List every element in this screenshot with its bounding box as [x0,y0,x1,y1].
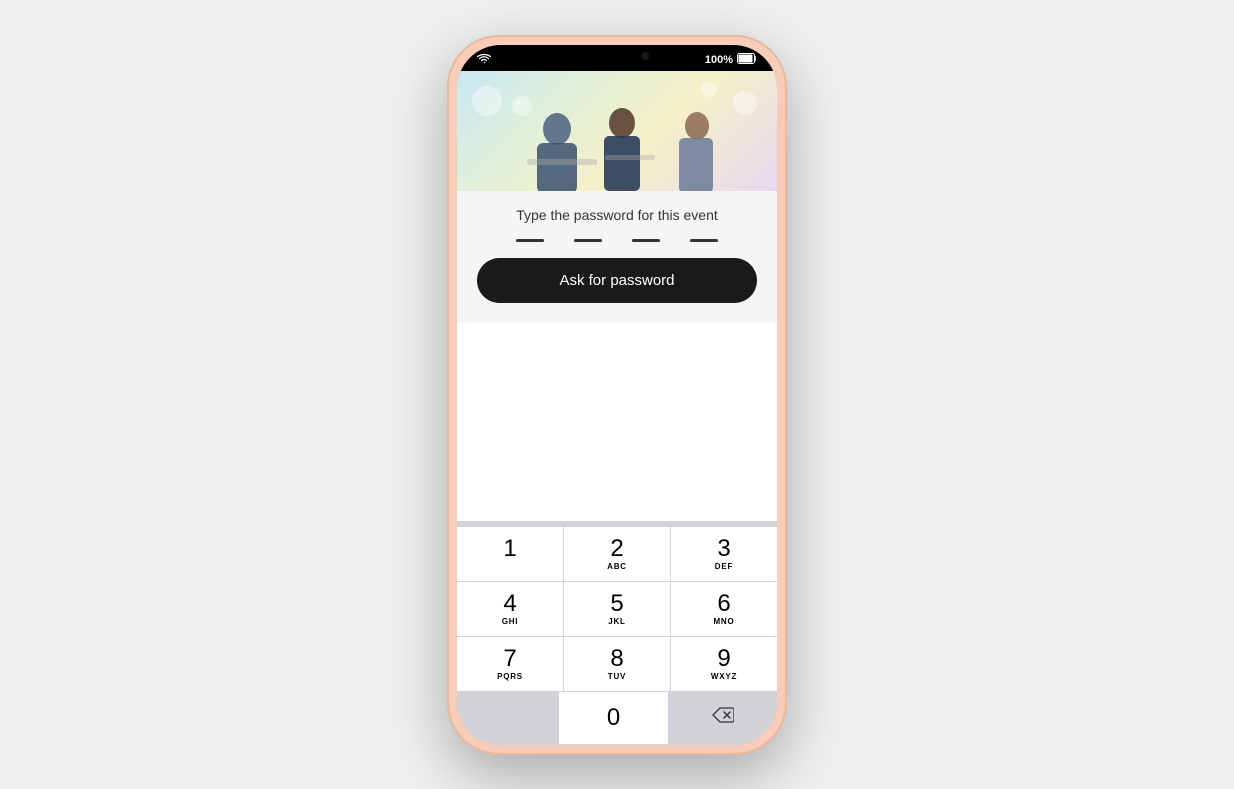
status-left [477,53,491,67]
keyboard-row-3: 7 PQRS 8 TUV 9 WXYZ [457,637,777,692]
keyboard-row-4: 0 [457,692,777,745]
status-right: 100% [705,53,757,67]
key-3[interactable]: 3 DEF [671,527,777,581]
password-area: Type the password for this event Ask for… [457,191,777,323]
key-7[interactable]: 7 PQRS [457,637,563,691]
prompt-text: Type the password for this event [477,207,757,223]
key-6[interactable]: 6 MNO [671,582,777,636]
keyboard-row-2: 4 GHI 5 JKL 6 MNO [457,582,777,637]
people-silhouettes [457,71,777,191]
key-9[interactable]: 9 WXYZ [671,637,777,691]
pin-dash-4 [690,239,718,242]
pin-dash-1 [516,239,544,242]
pin-dash-3 [632,239,660,242]
key-delete[interactable] [669,692,777,744]
key-2[interactable]: 2 ABC [564,527,670,581]
phone-frame: 100% [447,35,787,755]
ask-password-button[interactable]: Ask for password [477,258,757,303]
wifi-icon [477,53,491,67]
screen-content: Type the password for this event Ask for… [457,71,777,745]
phone-screen: 100% [457,45,777,745]
battery-icon [737,53,757,67]
key-4[interactable]: 4 GHI [457,582,563,636]
delete-icon [712,707,734,728]
pin-dash-2 [574,239,602,242]
keyboard-row-1: 1 2 ABC 3 DEF [457,527,777,582]
key-0[interactable]: 0 [559,692,667,744]
notch [567,45,667,67]
key-5[interactable]: 5 JKL [564,582,670,636]
key-8[interactable]: 8 TUV [564,637,670,691]
status-bar: 100% [457,45,777,71]
key-1[interactable]: 1 [457,527,563,581]
key-empty [458,692,558,744]
content-spacer [457,323,777,521]
numeric-keyboard: 1 2 ABC 3 DEF 4 GHI [457,521,777,745]
camera [641,52,649,60]
battery-percent: 100% [705,54,733,66]
event-image-banner [457,71,777,191]
pin-dashes [477,239,757,242]
